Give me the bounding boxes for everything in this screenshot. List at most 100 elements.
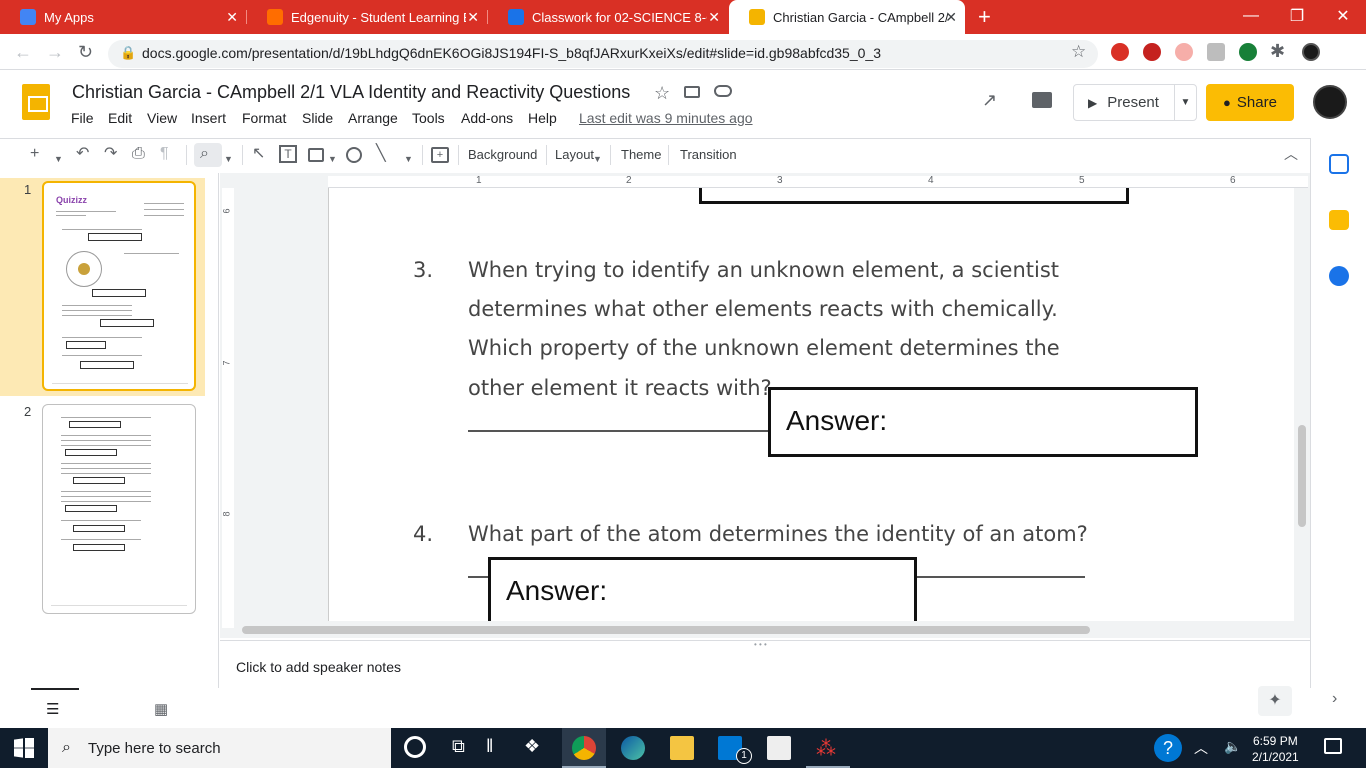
store-icon[interactable] [767,736,791,760]
menu-tools[interactable]: Tools [412,110,445,126]
slide-thumbnail-1[interactable]: Quizizz [42,181,196,391]
menu-addons[interactable]: Add-ons [461,110,513,126]
calendar-icon[interactable] [1329,154,1349,174]
slide-thumbnail-2[interactable] [42,404,196,614]
activity-trend-icon[interactable]: ↗ [982,90,997,111]
present-button[interactable]: ▶ Present ▼ [1073,84,1197,121]
speaker-notes-placeholder[interactable]: Click to add speaker notes [236,659,401,675]
adblock-icon[interactable] [1143,43,1161,61]
line-dropdown-icon[interactable]: ▼ [404,150,413,168]
new-slide-dropdown-icon[interactable]: ▼ [54,150,63,168]
shape-icon[interactable] [346,147,362,163]
vertical-ruler[interactable] [222,188,234,628]
file-explorer-icon[interactable] [670,736,694,760]
task-view-icon[interactable]: ⧉ [452,736,476,760]
zoom-dropdown-icon[interactable]: ▼ [224,150,233,168]
select-cursor-icon[interactable]: ↖ [252,145,265,163]
close-tab-icon[interactable]: ✕ [467,9,479,25]
transition-button[interactable]: Transition [680,147,737,162]
url-text[interactable]: docs.google.com/presentation/d/19bLhdgQ6… [142,44,881,62]
new-slide-icon[interactable]: + [30,145,39,163]
question-3-answer-box[interactable]: Answer: [768,387,1198,457]
text-box-icon[interactable]: T [279,145,297,163]
menu-insert[interactable]: Insert [191,110,226,126]
expand-side-panel-icon[interactable]: › [1332,690,1337,708]
document-title[interactable]: Christian Garcia - CAmpbell 2/1 VLA Iden… [72,82,630,103]
share-button[interactable]: ● Share [1206,84,1294,121]
vertical-scrollbar[interactable] [1298,425,1306,527]
edge-icon[interactable] [621,736,645,760]
undo-icon[interactable]: ↶ [76,145,89,163]
restore-icon[interactable]: ❐ [1274,0,1320,32]
filmstrip-view-icon[interactable]: ☰ [46,700,59,718]
image-dropdown-icon[interactable]: ▼ [328,150,337,168]
insert-image-icon[interactable] [308,148,324,162]
horizontal-scrollbar[interactable] [242,626,1090,634]
keep-icon[interactable] [1329,210,1349,230]
menu-file[interactable]: File [71,110,94,126]
present-dropdown-icon[interactable]: ▼ [1174,85,1196,120]
redo-icon[interactable]: ↷ [104,145,117,163]
notifications-icon[interactable] [1324,738,1342,754]
grid-view-icon[interactable]: ▦ [154,700,168,718]
question-3-line-3[interactable]: Which property of the unknown element de… [468,336,1060,360]
question-3-line-2[interactable]: determines what other elements reacts wi… [468,297,1058,321]
question-4-text[interactable]: What part of the atom determines the ide… [468,522,1088,546]
collapse-toolbar-icon[interactable]: ︿ [1284,145,1298,163]
horizontal-ruler[interactable] [328,176,1308,188]
comments-icon[interactable] [1032,92,1052,108]
tab-edgenuity[interactable]: Edgenuity - Student Learning Exp ✕ [247,0,487,34]
back-icon[interactable]: ← [14,42,32,62]
extension-red-icon[interactable] [1111,43,1129,61]
close-tab-icon[interactable]: ✕ [708,9,720,25]
line-icon[interactable]: ╲ [376,145,386,163]
slide-page[interactable]: 3. When trying to identify an unknown el… [328,188,1294,621]
question-4-answer-box[interactable]: Answer: [488,557,917,621]
zoom-icon[interactable]: ⌕ [200,145,209,163]
theme-button[interactable]: Theme [621,147,661,162]
last-edit-link[interactable]: Last edit was 9 minutes ago [579,110,753,126]
star-icon[interactable]: ☆ [654,83,670,104]
tab-slides-active[interactable]: Christian Garcia - CAmpbell 2/1 V ✕ [729,0,965,34]
menu-help[interactable]: Help [528,110,557,126]
menu-format[interactable]: Format [242,110,286,126]
bookmark-star-icon[interactable]: ☆ [1071,42,1086,62]
reload-icon[interactable]: ↻ [78,42,93,62]
explore-icon[interactable]: ✦ [1258,686,1292,716]
move-folder-icon[interactable] [684,86,700,98]
lock-icon[interactable]: 🔒 [120,45,136,61]
menu-view[interactable]: View [147,110,177,126]
taskbar-clock[interactable]: 6:59 PM 2/1/2021 [1252,733,1299,765]
close-tab-icon[interactable]: ✕ [945,9,957,25]
extension-pink-icon[interactable] [1175,43,1193,61]
menu-arrange[interactable]: Arrange [348,110,398,126]
close-window-icon[interactable]: ✕ [1320,0,1366,32]
profile-avatar-icon[interactable] [1302,43,1320,61]
cortana-icon[interactable] [404,736,426,758]
close-tab-icon[interactable]: ✕ [226,9,238,25]
question-3-line-4[interactable]: other element it reacts with? [468,376,772,400]
volume-icon[interactable]: 🔈 [1224,738,1241,755]
layout-button[interactable]: Layout [555,147,594,162]
tab-classroom[interactable]: Classwork for 02-SCIENCE 8-Cam ✕ [488,0,728,34]
dropbox-icon[interactable]: ❖ [524,736,548,760]
new-tab-button[interactable]: + [978,4,991,30]
menu-slide[interactable]: Slide [302,110,333,126]
tasks-icon[interactable] [1329,266,1349,286]
extension-green-icon[interactable] [1239,43,1257,61]
slides-logo-icon[interactable] [22,84,50,120]
previous-answer-box[interactable] [699,188,1129,204]
layout-dropdown-icon[interactable]: ▼ [593,150,602,168]
add-comment-icon[interactable]: + [431,147,449,163]
print-icon[interactable]: ⎙ [132,145,145,163]
question-3-line-1[interactable]: When trying to identify an unknown eleme… [468,258,1059,282]
minimize-icon[interactable]: — [1228,0,1274,32]
menu-edit[interactable]: Edit [108,110,132,126]
show-hidden-icons-icon[interactable]: ︿ [1194,738,1208,758]
cloud-status-icon[interactable] [714,85,732,97]
extensions-puzzle-icon[interactable]: ✱ [1270,41,1285,62]
extension-gray-icon[interactable] [1207,43,1225,61]
paint-format-icon[interactable]: ¶ [160,145,169,163]
account-avatar[interactable] [1313,85,1347,119]
forward-icon[interactable]: → [46,42,64,62]
